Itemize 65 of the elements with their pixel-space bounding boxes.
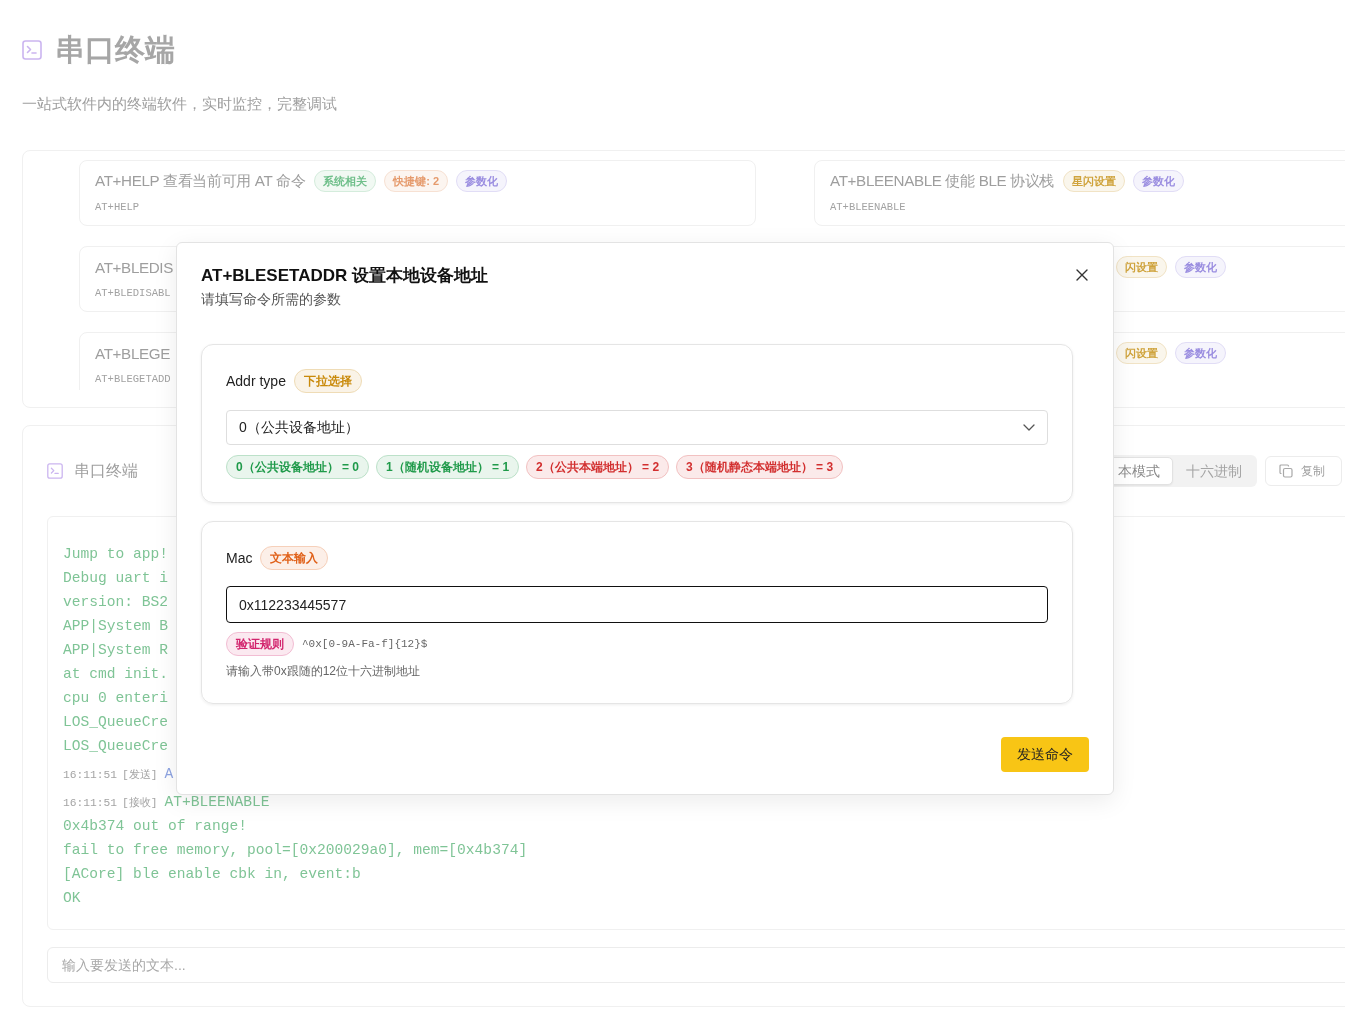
command-code: AT+BLEDISABL bbox=[95, 286, 171, 300]
log-line: Jump to app! bbox=[63, 545, 169, 564]
option-tag: 1（随机设备地址） = 1 bbox=[376, 455, 520, 479]
log-line: 0x4b374 out of range! bbox=[63, 817, 247, 836]
hint-text: 请输入带0x跟随的12位十六进制地址 bbox=[226, 663, 421, 680]
tag: 参数化 bbox=[1133, 170, 1185, 192]
regex-pattern: ^0x[0-9A-Fa-f]{12}$ bbox=[302, 638, 428, 650]
log-line: APP|System R bbox=[63, 641, 169, 660]
log-line: at cmd init. bbox=[63, 665, 169, 684]
command-code: AT+BLEGETADD bbox=[95, 372, 171, 386]
dialog-title: AT+BLESETADDR 设置本地设备地址 bbox=[201, 265, 488, 287]
tag: 闪设置 bbox=[1116, 256, 1167, 278]
input-type-badge: 下拉选择 bbox=[293, 369, 362, 393]
direction-label: [接收] bbox=[122, 796, 158, 811]
command-code: AT+HELP bbox=[95, 200, 140, 214]
command-card[interactable]: AT+BLEENABLE 使能 BLE 协议栈 星闪设置 参数化 AT+BLEENABLE bbox=[814, 160, 1345, 226]
option-tag: 2（公共本端地址） = 2 bbox=[526, 455, 670, 479]
page-title: 串口终端 bbox=[55, 32, 175, 68]
dropdown[interactable]: 0（公共设备地址） bbox=[226, 410, 1048, 445]
tag: 系统相关 bbox=[314, 170, 377, 192]
copy-button[interactable]: 复制 bbox=[1265, 456, 1342, 486]
log-line: cpu 0 enteri bbox=[63, 689, 169, 708]
tag: 星闪设置 bbox=[1063, 170, 1126, 192]
message-input[interactable]: 输入要发送的文本... bbox=[47, 947, 1345, 983]
send-button[interactable]: 发送命令 bbox=[1001, 737, 1089, 772]
log-line: LOS_QueueCre bbox=[63, 737, 169, 756]
log-line: [ACore] ble enable cbk in, event:b bbox=[63, 865, 361, 884]
tag: 参数化 bbox=[1175, 256, 1226, 278]
log-line: Debug uart i bbox=[63, 569, 169, 588]
log-line: A bbox=[164, 765, 174, 784]
log-line: fail to free memory, pool=[0x200029a0], mem=[0x4b374] bbox=[63, 841, 528, 860]
command-title: AT+BLEENABLE 使能 BLE 协议栈 bbox=[830, 170, 1055, 191]
tag: 参数化 bbox=[1175, 342, 1226, 364]
text-input[interactable]: 0x112233445577 bbox=[226, 586, 1048, 623]
terminal-icon bbox=[47, 463, 63, 479]
log-line: LOS_QueueCre bbox=[63, 713, 169, 732]
log-line: AT+BLEENABLE bbox=[164, 793, 270, 812]
timestamp: 16:11:51 bbox=[63, 796, 117, 811]
panel-title: 串口终端 bbox=[74, 460, 138, 481]
direction-label: [发送] bbox=[122, 768, 158, 783]
option-tag: 3（随机静态本端地址） = 3 bbox=[676, 455, 844, 479]
tag: 快捷键: 2 bbox=[384, 170, 449, 192]
copy-icon bbox=[1279, 464, 1293, 478]
dialog-subtitle: 请填写命令所需的参数 bbox=[201, 290, 341, 309]
terminal-icon bbox=[22, 40, 42, 60]
command-title: AT+BLEGE bbox=[95, 344, 170, 362]
tag: 参数化 bbox=[456, 170, 508, 192]
tag: 闪设置 bbox=[1116, 342, 1167, 364]
parameter-label: Addr type bbox=[226, 373, 286, 389]
page-subtitle: 一站式软件内的终端软件，实时监控，完整调试 bbox=[22, 94, 337, 114]
command-card[interactable]: AT+HELP 查看当前可用 AT 命令 系统相关 快捷键: 2 参数化 AT+HELP bbox=[79, 160, 756, 226]
command-code: AT+BLEENABLE bbox=[830, 200, 906, 214]
input-type-badge: 文本输入 bbox=[260, 546, 329, 570]
command-title: AT+BLEDIS bbox=[95, 258, 174, 276]
close-icon bbox=[1076, 269, 1088, 281]
log-line: version: BS2 bbox=[63, 593, 169, 612]
rule-badge: 验证规则 bbox=[226, 632, 294, 656]
mode-tab[interactable]: 十六进制 bbox=[1173, 457, 1255, 485]
timestamp: 16:11:51 bbox=[63, 768, 117, 783]
log-line: APP|System B bbox=[63, 617, 169, 636]
log-line: OK bbox=[63, 889, 81, 908]
parameter-label: Mac bbox=[226, 550, 253, 566]
chevron-down-icon bbox=[1023, 424, 1035, 431]
command-title: AT+HELP 查看当前可用 AT 命令 bbox=[95, 170, 306, 191]
option-tag: 0（公共设备地址） = 0 bbox=[226, 455, 370, 479]
